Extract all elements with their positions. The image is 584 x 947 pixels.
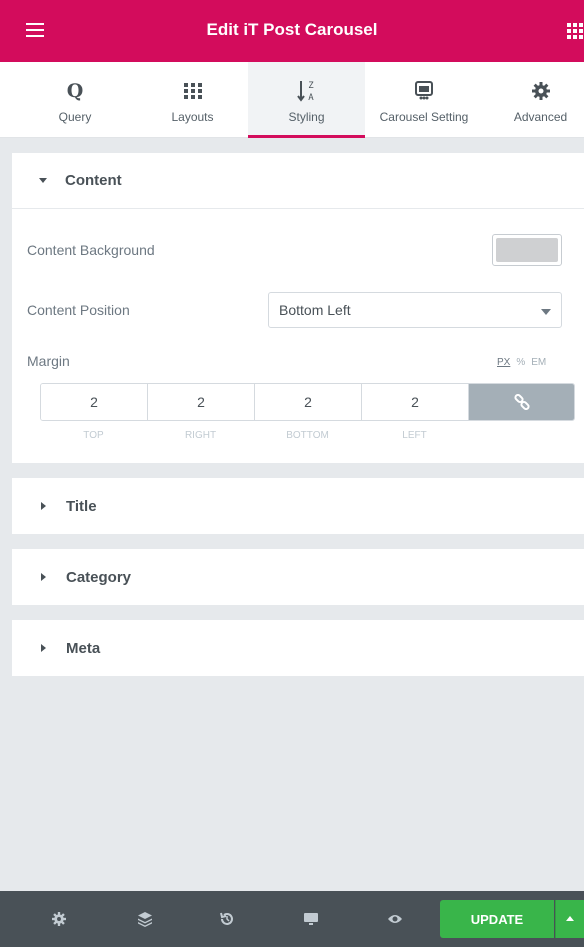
panel-footer: UPDATE	[0, 891, 584, 947]
label-left: LEFT	[402, 430, 427, 441]
unit-px[interactable]: PX	[497, 357, 510, 368]
content-position-select[interactable]: Bottom Left	[268, 292, 562, 328]
link-values-button[interactable]	[469, 384, 574, 420]
preview-eye-icon[interactable]	[386, 910, 404, 928]
meta-section[interactable]: Meta	[12, 620, 584, 676]
tab-styling[interactable]: Z A Styling	[248, 62, 365, 138]
tab-layouts-label: Layouts	[171, 110, 214, 124]
slides-icon	[368, 76, 480, 106]
tab-styling-label: Styling	[288, 110, 325, 124]
unit-em[interactable]: EM	[531, 357, 546, 368]
margin-dimensions: 2 2 2 2	[40, 383, 575, 421]
panel-header: Edit iT Post Carousel	[0, 0, 584, 62]
label-bottom: BOTTOM	[286, 430, 329, 441]
update-button[interactable]: UPDATE	[440, 900, 554, 938]
widgets-grid-icon[interactable]	[567, 23, 584, 39]
tab-carousel-setting-label: Carousel Setting	[379, 110, 469, 124]
unit-switcher: PX% EM	[497, 357, 546, 368]
sort-az-icon: Z A	[248, 76, 365, 106]
tab-layouts[interactable]: Layouts	[145, 62, 240, 138]
margin-top-input[interactable]: 2	[41, 384, 148, 420]
layers-icon[interactable]	[136, 910, 154, 928]
content-section-header[interactable]: Content	[12, 153, 584, 209]
label-right: RIGHT	[184, 430, 217, 441]
svg-text:Z: Z	[308, 81, 314, 91]
unit-percent[interactable]: %	[516, 357, 525, 368]
gear-icon	[497, 76, 584, 106]
panel-tabs: Q Query Layouts Z A Styling Carousel Set…	[0, 62, 584, 138]
svg-text:A: A	[308, 93, 314, 103]
content-background-label: Content Background	[27, 242, 155, 258]
grid-icon	[145, 76, 240, 106]
section-title: Meta	[66, 639, 101, 657]
section-title: Category	[66, 568, 132, 586]
settings-gear-icon[interactable]	[50, 910, 68, 928]
title-section[interactable]: Title	[12, 478, 584, 534]
caret-right-icon	[41, 502, 46, 510]
margin-bottom-input[interactable]: 2	[255, 384, 362, 420]
caret-right-icon	[41, 644, 46, 652]
color-swatch	[496, 238, 558, 262]
tab-advanced-label: Advanced	[513, 110, 568, 124]
caret-down-icon	[39, 178, 47, 183]
category-section[interactable]: Category	[12, 549, 584, 605]
margin-right-input[interactable]: 2	[148, 384, 255, 420]
label-top: TOP	[83, 430, 104, 441]
update-options-caret-button[interactable]	[555, 900, 584, 938]
margin-left-input[interactable]: 2	[362, 384, 469, 420]
title-section-header[interactable]: Title	[12, 478, 584, 534]
tab-advanced[interactable]: Advanced	[497, 62, 584, 138]
content-position-label: Content Position	[27, 302, 130, 318]
caret-right-icon	[41, 573, 46, 581]
tab-query[interactable]: Q Query	[30, 62, 120, 138]
meta-section-header[interactable]: Meta	[12, 620, 584, 676]
history-icon[interactable]	[218, 910, 236, 928]
margin-dimension-labels: TOP RIGHT BOTTOM LEFT	[40, 430, 468, 441]
category-section-header[interactable]: Category	[12, 549, 584, 605]
content-background-color-picker[interactable]	[492, 234, 562, 266]
select-value: Bottom Left	[279, 302, 351, 318]
query-q-icon: Q	[30, 76, 120, 106]
link-icon	[513, 394, 530, 410]
section-title: Title	[66, 497, 97, 515]
margin-label: Margin	[27, 353, 70, 369]
svg-text:Q: Q	[67, 80, 84, 102]
section-title: Content	[65, 172, 122, 189]
panel-title: Edit iT Post Carousel	[206, 20, 378, 39]
chevron-down-icon	[541, 309, 551, 315]
tab-query-label: Query	[58, 110, 92, 124]
responsive-desktop-icon[interactable]	[302, 910, 320, 928]
tab-carousel-setting[interactable]: Carousel Setting	[368, 62, 480, 138]
